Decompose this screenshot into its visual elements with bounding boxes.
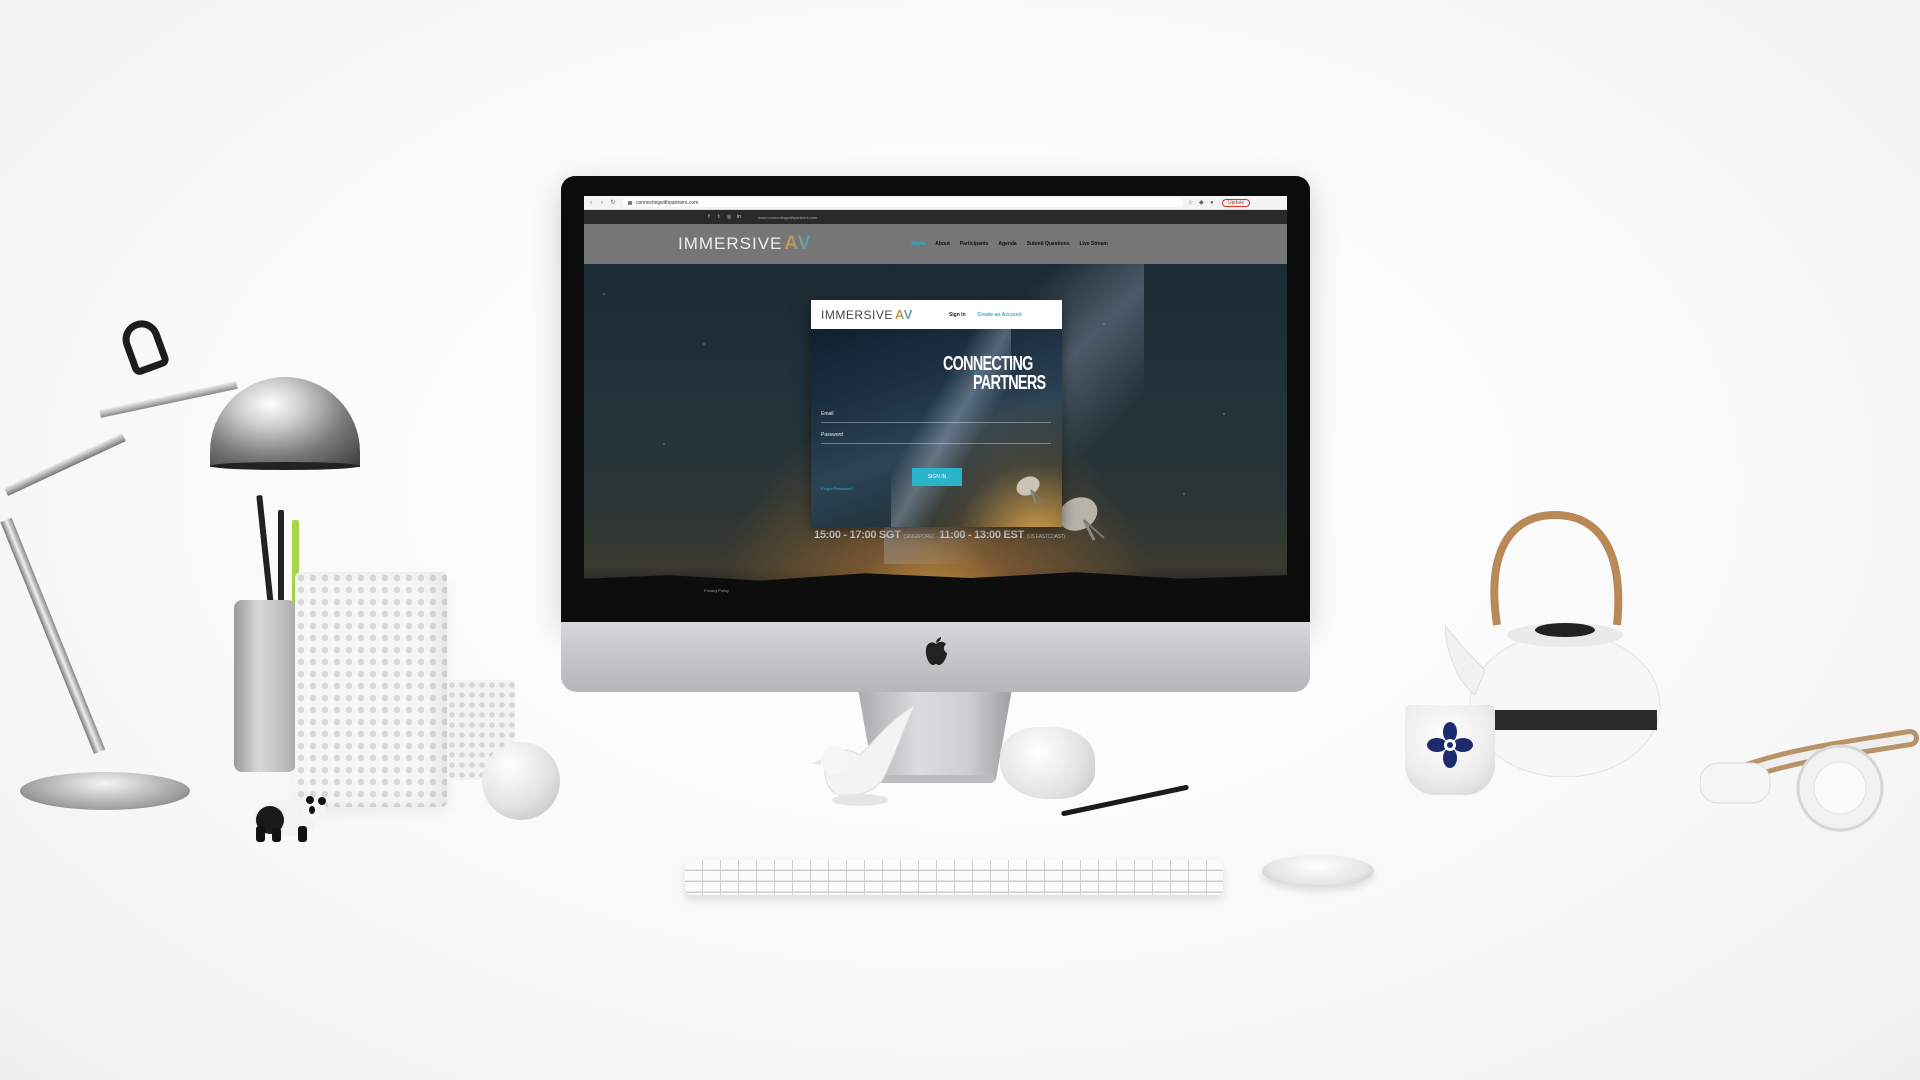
login-modal-header: IMMERSIVE AV Sign In Create an Account (811, 300, 1062, 329)
logo-text: IMMERSIVE (678, 234, 783, 253)
lock-icon (628, 200, 632, 205)
lamp-handle (117, 315, 171, 377)
social-bar: f t ◎ in www.connectingwithpartners.com (584, 210, 1287, 224)
imac-screen: ‹ › ↻ connectingwithpartners.com ☆ ◆ ● U… (584, 196, 1287, 601)
instagram-icon[interactable]: ◎ (724, 214, 734, 220)
modal-logo-text: IMMERSIVE (821, 308, 893, 322)
extension-icon[interactable]: ◆ (1199, 200, 1205, 206)
headphones (1700, 729, 1919, 832)
flower-pattern (1427, 722, 1473, 768)
login-modal-body: CONNECTING WITH PARTNERS Email Password … (811, 329, 1062, 527)
apple-icon (925, 637, 947, 665)
pencil (256, 494, 274, 606)
forward-icon[interactable]: › (598, 199, 606, 207)
tab-sign-in[interactable]: Sign In (949, 312, 966, 318)
est-time: 11:00 - 13:00 EST (939, 529, 1024, 541)
nav-live-stream[interactable]: Live Stream (1080, 241, 1108, 247)
sgt-city: (SINGAPORE) (903, 534, 934, 540)
facebook-icon[interactable]: f (704, 214, 714, 220)
site-url-text: www.connectingwithpartners.com (758, 214, 818, 220)
modal-logo-accent: AV (894, 307, 913, 322)
nav-submit-questions[interactable]: Submit Questions (1027, 241, 1070, 247)
modal-telescope-image (1016, 476, 1045, 504)
privacy-policy-link[interactable]: Privacy Policy (704, 588, 729, 593)
mouse (1262, 855, 1374, 887)
password-label: Password (821, 432, 843, 438)
desk-scene: ‹ › ↻ connectingwithpartners.com ☆ ◆ ● U… (0, 0, 1920, 1080)
schedule-banner: 15:00 - 17:00 SGT (SINGAPORE) 11:00 - 13:… (814, 529, 1068, 541)
lamp-shade-rim (210, 462, 360, 470)
perforated-holder (295, 572, 447, 807)
star-icon[interactable]: ☆ (1188, 200, 1194, 206)
back-icon[interactable]: ‹ (587, 199, 595, 207)
main-menu: Home About Participants Agenda Submit Qu… (911, 241, 1107, 247)
forgot-password-link[interactable]: Forgot Password? (821, 486, 853, 491)
address-bar[interactable]: connectingwithpartners.com (623, 198, 1183, 207)
bird-figurine (811, 703, 917, 806)
panda-figurine (254, 796, 326, 842)
nav-about[interactable]: About (935, 241, 949, 247)
pen-cup (234, 600, 296, 772)
sign-in-button[interactable]: SIGN IN (912, 468, 962, 486)
sgt-time: 15:00 - 17:00 SGT (814, 529, 901, 541)
password-field[interactable] (821, 443, 1051, 444)
reload-icon[interactable]: ↻ (609, 199, 617, 207)
site-header: IMMERSIVE AV Home About Participants Age… (584, 224, 1287, 264)
url-text: connectingwithpartners.com (636, 199, 699, 206)
est-city: (US EASTCOAST) (1026, 534, 1065, 540)
lamp-upper-arm (99, 380, 238, 418)
nav-home[interactable]: Home (911, 241, 925, 247)
email-field[interactable] (821, 422, 1051, 423)
nav-agenda[interactable]: Agenda (998, 241, 1016, 247)
email-label: Email (821, 411, 834, 417)
profile-icon[interactable]: ● (1210, 200, 1216, 206)
pencil (278, 510, 284, 610)
browser-toolbar: ‹ › ↻ connectingwithpartners.com ☆ ◆ ● U… (584, 196, 1287, 210)
tab-create-account[interactable]: Create an Account (978, 312, 1022, 318)
lamp-lower-arm (0, 517, 106, 755)
modal-logo: IMMERSIVE AV (821, 307, 913, 322)
lamp-shade (210, 377, 360, 467)
crumpled-paper (1000, 727, 1095, 799)
site-logo[interactable]: IMMERSIVE AV (678, 233, 811, 255)
logo-accent: AV (784, 233, 812, 254)
nav-participants[interactable]: Participants (960, 241, 989, 247)
keyboard (685, 860, 1223, 895)
twitter-icon[interactable]: t (714, 214, 724, 220)
lamp-base (20, 772, 190, 810)
crystal-ball (482, 742, 560, 820)
lamp-middle-arm (4, 432, 126, 497)
login-modal: IMMERSIVE AV Sign In Create an Account CO… (811, 300, 1062, 527)
linkedin-icon[interactable]: in (734, 214, 744, 220)
headline-partners: PARTNERS (973, 372, 1046, 394)
update-button[interactable]: Update (1222, 198, 1251, 207)
